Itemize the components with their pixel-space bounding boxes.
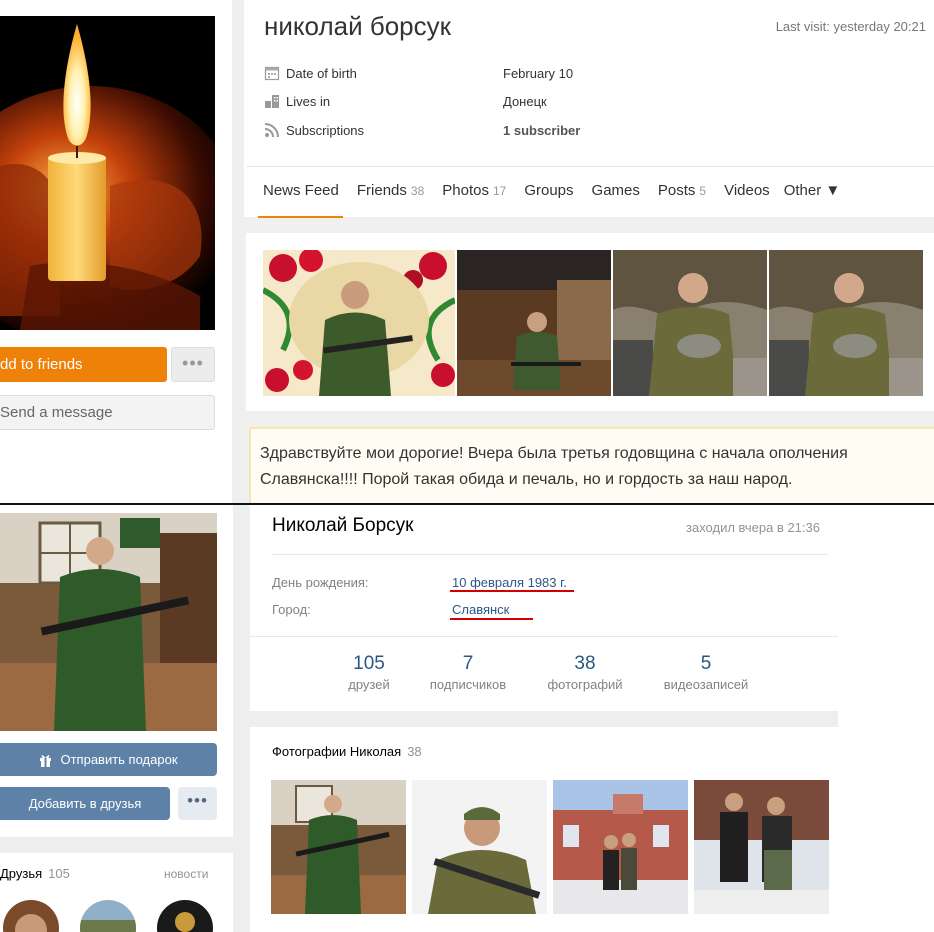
gift-icon: [39, 753, 52, 767]
column-gutter: [232, 0, 244, 503]
birthday-label: День рождения:: [272, 575, 369, 590]
more-actions-button[interactable]: •••: [178, 787, 217, 820]
stat-photos[interactable]: 38 фотографий: [530, 653, 640, 692]
stat-friends[interactable]: 105 друзей: [314, 653, 424, 692]
profile-name: Николай Борсук: [272, 515, 414, 536]
red-underline: [450, 618, 533, 620]
post-text: Здравствуйте мои дорогие! Вчера была тре…: [260, 445, 848, 488]
send-gift-button[interactable]: Отправить подарок: [0, 743, 217, 776]
more-options-button[interactable]: •••: [171, 347, 215, 382]
right-blank-area: [838, 505, 934, 932]
tab-count: 17: [492, 184, 507, 198]
calendar-icon: [264, 65, 280, 81]
stat-number: 105: [353, 653, 385, 674]
photo-thumbnail[interactable]: [694, 780, 829, 914]
tab-photos[interactable]: Photos 17: [442, 182, 506, 199]
photo-thumbnail[interactable]: [412, 780, 547, 914]
photos-title[interactable]: Фотографии Николая 38: [272, 744, 422, 759]
tab-games[interactable]: Games: [592, 182, 640, 199]
birth-value: February 10: [503, 66, 574, 81]
info-row-birth: Date of birth: [264, 63, 357, 83]
friends-title[interactable]: Друзья 105: [0, 866, 70, 881]
photo-thumbnail[interactable]: [457, 250, 611, 396]
add-to-friends-button[interactable]: dd to friends: [0, 347, 167, 382]
stat-number: 7: [462, 653, 474, 674]
divider: [272, 554, 828, 555]
tab-groups[interactable]: Groups: [524, 182, 573, 199]
vk-profile-screenshot: Отправить подарок Добавить в друзья ••• …: [0, 505, 934, 932]
profile-avatar[interactable]: [0, 513, 217, 731]
lives-label: Lives in: [286, 93, 331, 109]
birth-label: Date of birth: [286, 65, 357, 81]
photo-thumbnail[interactable]: [613, 250, 767, 396]
house-icon: [264, 93, 280, 109]
tab-other-dropdown[interactable]: Other ▼: [784, 182, 841, 199]
divider: [250, 636, 838, 637]
lives-value[interactable]: Донецк: [503, 94, 547, 109]
red-underline: [450, 590, 574, 592]
profile-tabs: News Feed Friends 38 Photos 17 Groups Game…: [263, 182, 858, 199]
stat-videos[interactable]: 5 видеозаписей: [651, 653, 761, 692]
rss-icon: [264, 122, 280, 138]
photo-thumbnail[interactable]: [769, 250, 923, 396]
stat-label: видеозаписей: [663, 677, 749, 692]
stat-label: фотографий: [547, 677, 623, 692]
subscriptions-label: Subscriptions: [286, 122, 365, 138]
profile-avatar-candle[interactable]: [0, 16, 215, 330]
city-label: Город:: [272, 602, 311, 617]
friends-count: 105: [48, 866, 70, 881]
photo-thumbnail[interactable]: [271, 780, 406, 914]
tab-friends[interactable]: Friends 38: [357, 182, 424, 199]
last-visit-status: Last visit: yesterday 20:21: [775, 19, 926, 34]
info-divider: [246, 166, 934, 167]
add-to-friends-button[interactable]: Добавить в друзья: [0, 787, 170, 820]
stat-label: друзей: [348, 677, 390, 692]
tab-count: 38: [410, 184, 425, 198]
online-status: заходил вчера в 21:36: [686, 520, 820, 535]
stat-number: 5: [700, 653, 712, 674]
birthday-link[interactable]: 10 февраля 1983 г.: [452, 575, 567, 590]
tab-videos[interactable]: Videos: [724, 182, 770, 199]
profile-name: николай борсук: [264, 11, 452, 41]
city-link[interactable]: Славянск: [452, 602, 509, 617]
photo-thumbnail[interactable]: [553, 780, 688, 914]
info-row-lives: Lives in: [264, 91, 330, 111]
stat-number: 38: [574, 653, 596, 674]
tab-posts[interactable]: Posts 5: [658, 182, 706, 199]
stat-followers[interactable]: 7 подписчиков: [413, 653, 523, 692]
tab-news-feed[interactable]: News Feed: [263, 182, 339, 199]
subscriptions-value[interactable]: 1 subscriber: [503, 123, 580, 138]
ok-profile-screenshot: dd to friends ••• Send a message николай…: [0, 0, 934, 503]
photos-count: 38: [407, 744, 422, 759]
friends-news-link[interactable]: новости: [164, 867, 208, 881]
send-message-button[interactable]: Send a message: [0, 395, 215, 430]
active-tab-indicator: [258, 216, 343, 218]
stat-label: подписчиков: [429, 677, 507, 692]
photo-thumbnail[interactable]: [263, 250, 455, 396]
tab-count: 5: [699, 184, 707, 198]
info-row-subscriptions: Subscriptions: [264, 120, 364, 140]
